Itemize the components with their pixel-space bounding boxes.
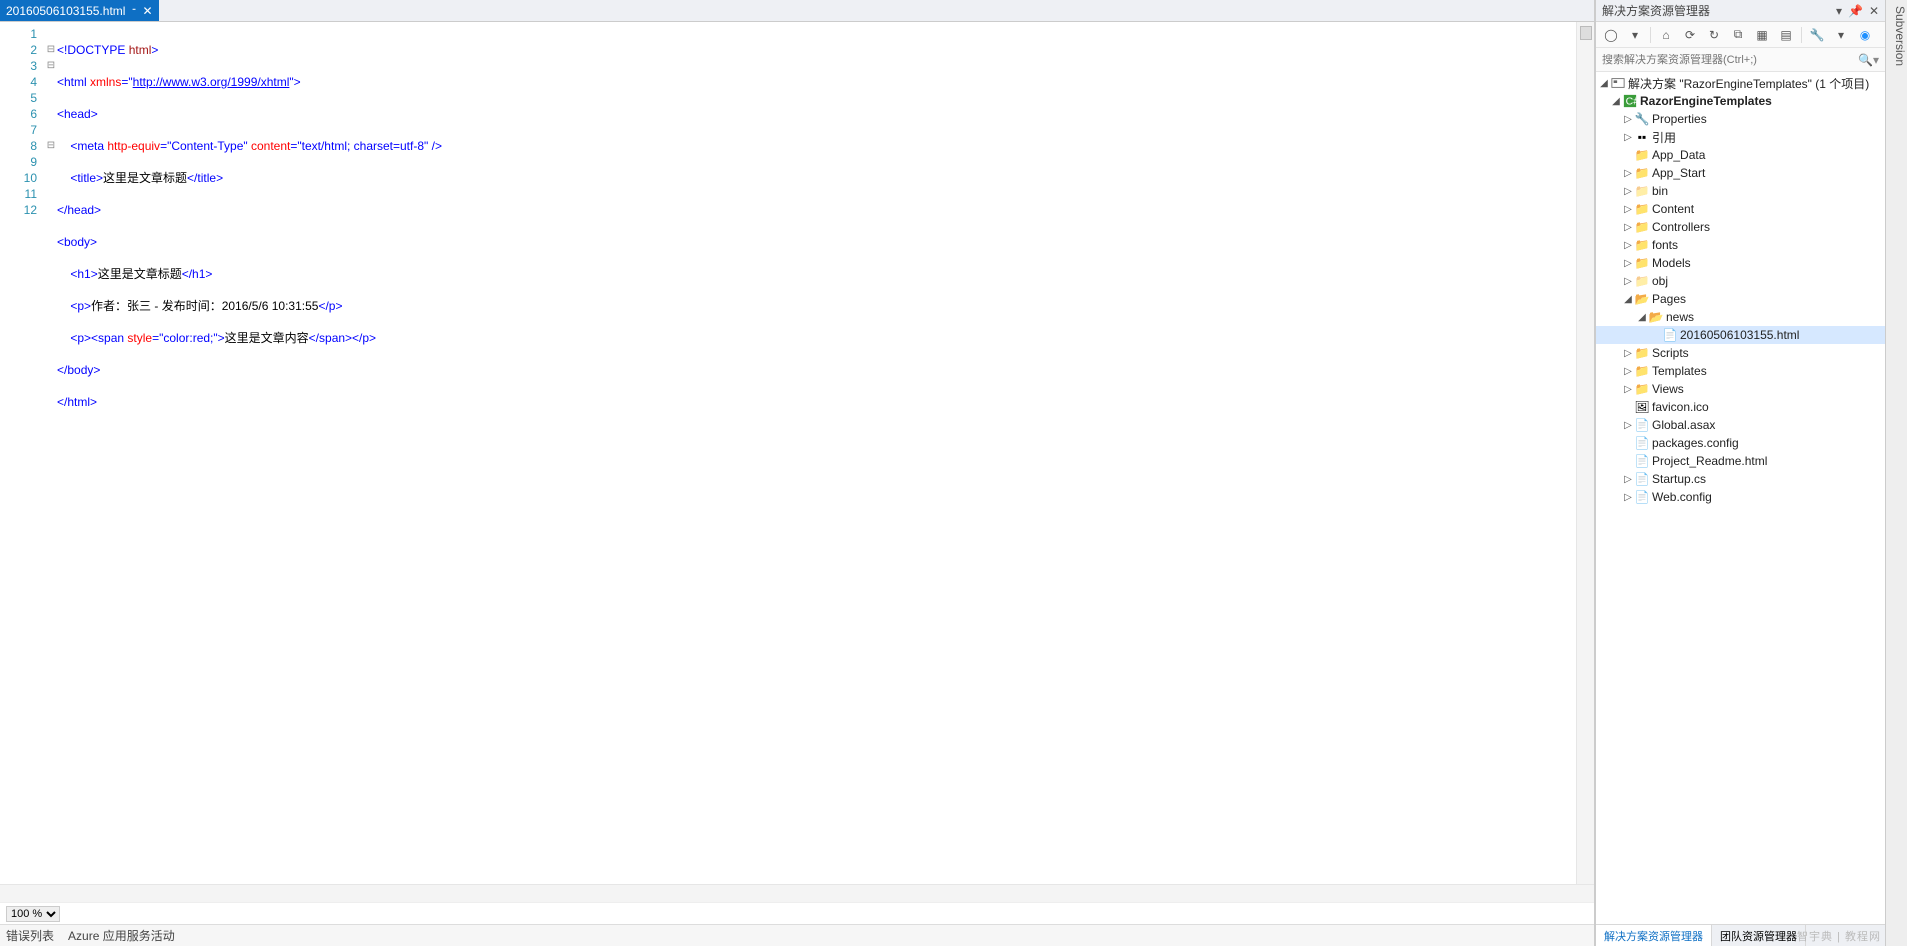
outlining-margin[interactable]: ⊟⊟⊟ bbox=[45, 22, 57, 884]
tree-item-content[interactable]: ▷📁Content bbox=[1596, 200, 1885, 218]
split-handle-icon[interactable] bbox=[1580, 26, 1592, 40]
home-icon[interactable]: ⌂ bbox=[1657, 26, 1675, 44]
folder-icon: 📁 bbox=[1634, 256, 1650, 270]
collapse-all-icon[interactable]: ⧉ bbox=[1729, 26, 1747, 44]
tab-filename: 20160506103155.html bbox=[6, 4, 125, 18]
panel-titlebar[interactable]: 解决方案资源管理器 ▾ 📌 ✕ bbox=[1596, 0, 1885, 22]
tab-solution-explorer[interactable]: 解决方案资源管理器 bbox=[1596, 925, 1712, 946]
autohide-pin-icon[interactable]: 📌 bbox=[1848, 4, 1863, 18]
tree-item-references[interactable]: ▷▪▪引用 bbox=[1596, 128, 1885, 146]
folder-icon: 📁 bbox=[1634, 220, 1650, 234]
tab-team-explorer[interactable]: 团队资源管理器 bbox=[1712, 925, 1806, 946]
error-list-tab[interactable]: 错误列表 bbox=[6, 927, 54, 944]
solution-search-input[interactable] bbox=[1602, 54, 1858, 66]
panel-search-row: 🔍▾ bbox=[1596, 48, 1885, 72]
folder-icon: 📁 bbox=[1634, 364, 1650, 378]
tree-item-htmlfile[interactable]: 📄20160506103155.html bbox=[1596, 326, 1885, 344]
config-file-icon: 📄 bbox=[1634, 490, 1650, 504]
folder-icon: 📁 bbox=[1634, 238, 1650, 252]
tree-item-scripts[interactable]: ▷📁Scripts bbox=[1596, 344, 1885, 362]
ghost-folder-icon: 📁 bbox=[1634, 184, 1650, 198]
azure-activity-tab[interactable]: Azure 应用服务活动 bbox=[68, 927, 175, 944]
vertical-scrollbar[interactable] bbox=[1576, 22, 1594, 884]
right-dock-tab[interactable]: Subversion bbox=[1885, 0, 1907, 946]
csharp-project-icon: C# bbox=[1622, 94, 1638, 108]
tree-item-controllers[interactable]: ▷📁Controllers bbox=[1596, 218, 1885, 236]
solution-explorer-panel: 解决方案资源管理器 ▾ 📌 ✕ ◯ ▾ ⌂ ⟳ ↻ ⧉ ▦ ▤ 🔧 ▾ ◉ 🔍▾ bbox=[1595, 0, 1885, 946]
image-file-icon: 🖼 bbox=[1634, 400, 1650, 414]
close-panel-icon[interactable]: ✕ bbox=[1869, 4, 1879, 18]
references-icon: ▪▪ bbox=[1634, 130, 1650, 144]
wrench-dropdown-icon[interactable]: ▾ bbox=[1832, 26, 1850, 44]
folder-open-icon: 📂 bbox=[1648, 310, 1664, 324]
solution-icon bbox=[1610, 76, 1626, 90]
code-content[interactable]: <!DOCTYPE html> <html xmlns="http://www.… bbox=[57, 22, 1594, 884]
asax-file-icon: 📄 bbox=[1634, 418, 1650, 432]
subversion-status-icon[interactable]: ◉ bbox=[1856, 26, 1874, 44]
code-editor[interactable]: 123 456 789 101112 ⊟⊟⊟ <!DOCTYPE html> <… bbox=[0, 22, 1594, 884]
pin-icon[interactable]: ⁃ bbox=[131, 5, 136, 16]
editor-pane: 20160506103155.html ⁃ ✕ 123 456 789 1011… bbox=[0, 0, 1595, 946]
tree-item-readme[interactable]: 📄Project_Readme.html bbox=[1596, 452, 1885, 470]
config-file-icon: 📄 bbox=[1634, 436, 1650, 450]
panel-bottom-tabs: 解决方案资源管理器 团队资源管理器 bbox=[1596, 924, 1885, 946]
line-number-gutter: 123 456 789 101112 bbox=[0, 22, 45, 884]
solution-tree[interactable]: ◢ 解决方案 "RazorEngineTemplates" (1 个项目) ◢C… bbox=[1596, 72, 1885, 924]
folder-icon: 📁 bbox=[1634, 382, 1650, 396]
zoom-select[interactable]: 100 % bbox=[6, 906, 60, 922]
bottom-tool-tabs: 错误列表 Azure 应用服务活动 bbox=[0, 924, 1594, 946]
sync-icon[interactable]: ⟳ bbox=[1681, 26, 1699, 44]
show-all-files-icon[interactable]: ▦ bbox=[1753, 26, 1771, 44]
folder-icon: 📁 bbox=[1634, 148, 1650, 162]
html-file-icon: 📄 bbox=[1662, 328, 1678, 342]
tree-item-templates[interactable]: ▷📁Templates bbox=[1596, 362, 1885, 380]
tree-item-properties[interactable]: ▷🔧Properties bbox=[1596, 110, 1885, 128]
document-tab-active[interactable]: 20160506103155.html ⁃ ✕ bbox=[0, 0, 159, 21]
horizontal-scrollbar[interactable] bbox=[0, 884, 1594, 902]
tree-item-webconfig[interactable]: ▷📄Web.config bbox=[1596, 488, 1885, 506]
editor-zoom-row: 100 % bbox=[0, 902, 1594, 924]
tree-item-bin[interactable]: ▷📁bin bbox=[1596, 182, 1885, 200]
ghost-folder-icon: 📁 bbox=[1634, 274, 1650, 288]
cs-file-icon: 📄 bbox=[1634, 472, 1650, 486]
ide-root: 20160506103155.html ⁃ ✕ 123 456 789 1011… bbox=[0, 0, 1907, 946]
tree-item-favicon[interactable]: 🖼favicon.ico bbox=[1596, 398, 1885, 416]
tree-item-news[interactable]: ◢📂news bbox=[1596, 308, 1885, 326]
tree-item-packages[interactable]: 📄packages.config bbox=[1596, 434, 1885, 452]
folder-open-icon: 📂 bbox=[1634, 292, 1650, 306]
tree-item-pages[interactable]: ◢📂Pages bbox=[1596, 290, 1885, 308]
tree-item-views[interactable]: ▷📁Views bbox=[1596, 380, 1885, 398]
folder-icon: 📁 bbox=[1634, 346, 1650, 360]
back-icon[interactable]: ◯ bbox=[1602, 26, 1620, 44]
svg-text:C#: C# bbox=[1626, 96, 1637, 108]
tree-item-appdata[interactable]: 📁App_Data bbox=[1596, 146, 1885, 164]
wrench-folder-icon: 🔧 bbox=[1634, 112, 1650, 126]
panel-toolbar: ◯ ▾ ⌂ ⟳ ↻ ⧉ ▦ ▤ 🔧 ▾ ◉ bbox=[1596, 22, 1885, 48]
document-tab-well: 20160506103155.html ⁃ ✕ bbox=[0, 0, 1594, 22]
window-position-icon[interactable]: ▾ bbox=[1836, 4, 1842, 18]
properties-icon[interactable]: ▤ bbox=[1777, 26, 1795, 44]
close-icon[interactable]: ✕ bbox=[142, 4, 152, 18]
folder-icon: 📁 bbox=[1634, 202, 1650, 216]
tree-item-appstart[interactable]: ▷📁App_Start bbox=[1596, 164, 1885, 182]
search-icon[interactable]: 🔍▾ bbox=[1858, 53, 1879, 67]
refresh-icon[interactable]: ↻ bbox=[1705, 26, 1723, 44]
solution-node[interactable]: ◢ 解决方案 "RazorEngineTemplates" (1 个项目) bbox=[1596, 74, 1885, 92]
forward-icon[interactable]: ▾ bbox=[1626, 26, 1644, 44]
tree-item-fonts[interactable]: ▷📁fonts bbox=[1596, 236, 1885, 254]
wrench-icon[interactable]: 🔧 bbox=[1808, 26, 1826, 44]
tree-item-startup[interactable]: ▷📄Startup.cs bbox=[1596, 470, 1885, 488]
tree-item-obj[interactable]: ▷📁obj bbox=[1596, 272, 1885, 290]
project-node[interactable]: ◢C# RazorEngineTemplates bbox=[1596, 92, 1885, 110]
html-file-icon: 📄 bbox=[1634, 454, 1650, 468]
panel-title-text: 解决方案资源管理器 bbox=[1602, 2, 1710, 19]
tree-item-global[interactable]: ▷📄Global.asax bbox=[1596, 416, 1885, 434]
folder-icon: 📁 bbox=[1634, 166, 1650, 180]
tree-item-models[interactable]: ▷📁Models bbox=[1596, 254, 1885, 272]
